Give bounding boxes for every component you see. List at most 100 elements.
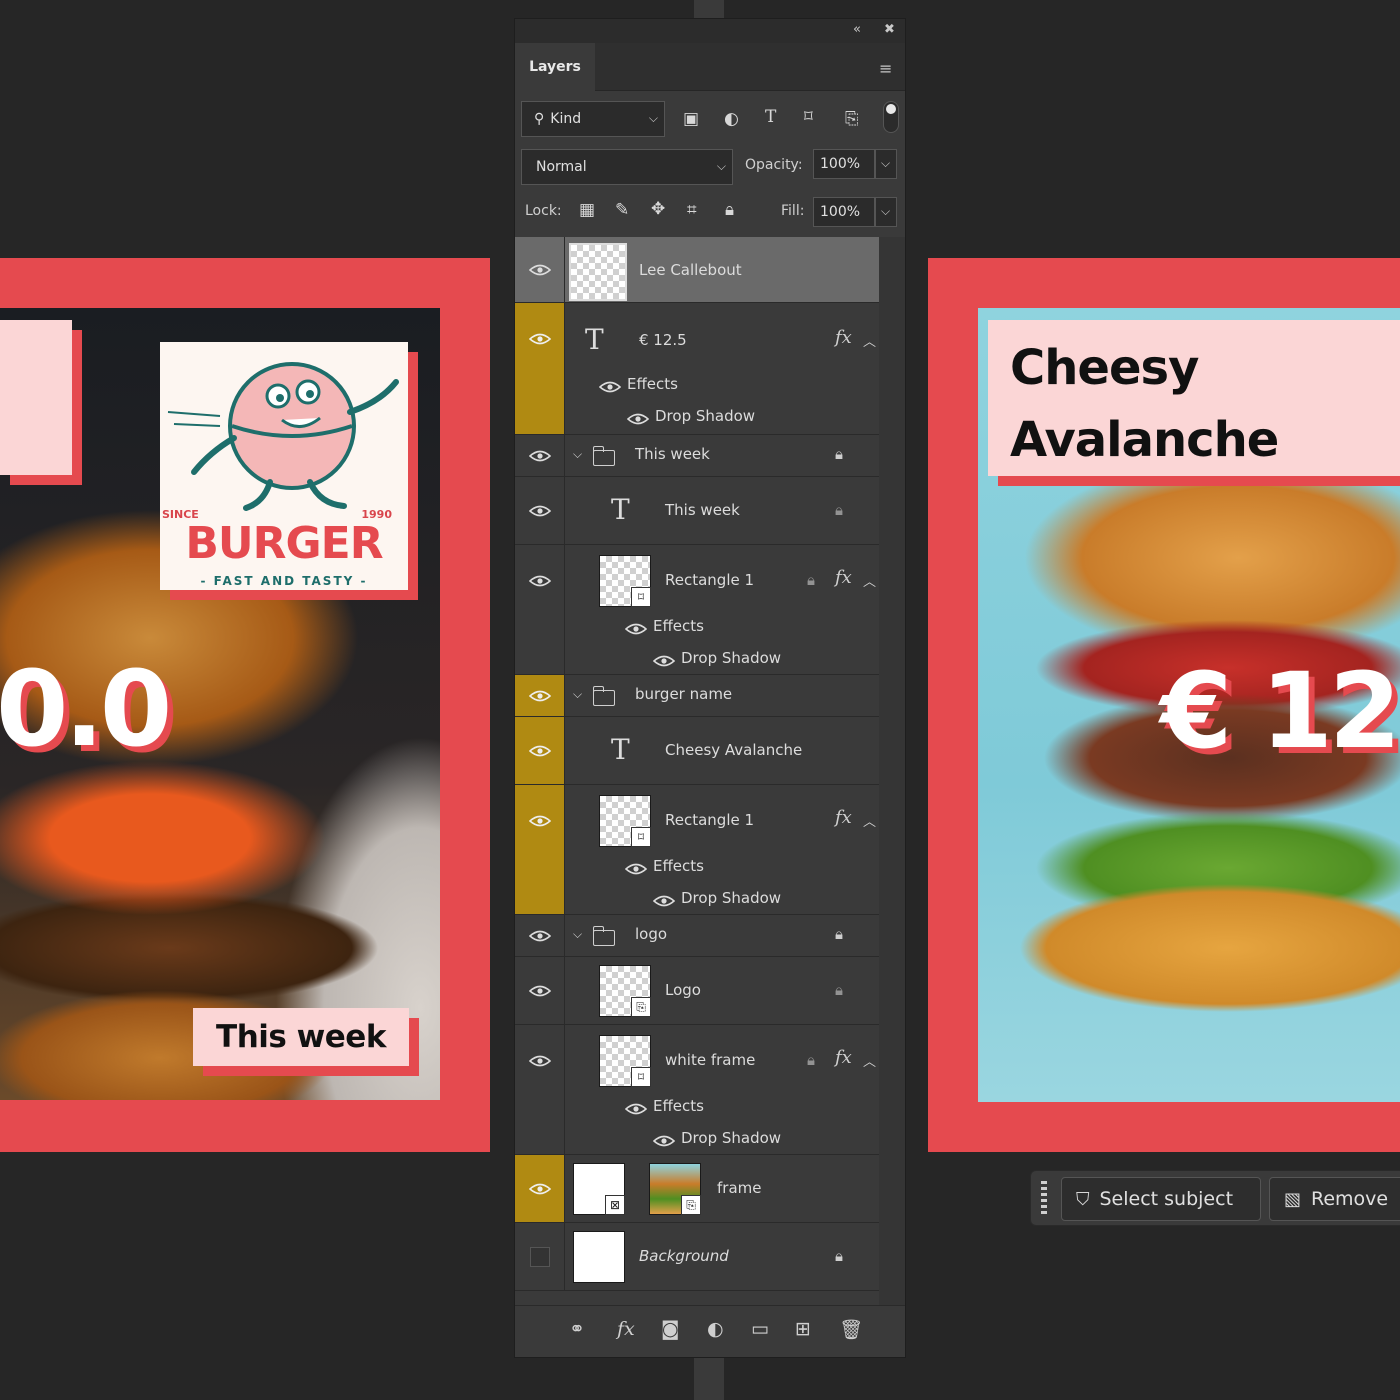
right-artboard[interactable]: Cheesy Avalanche € 12 <box>928 258 1400 1152</box>
layer-white-frame[interactable]: ⌑ white frame 🔒︎ fx ︿ Effects Drop Shado… <box>515 1025 879 1155</box>
eye-icon[interactable] <box>625 623 647 635</box>
layer-name[interactable]: Background <box>639 1247 729 1265</box>
layer-name[interactable]: Rectangle 1 <box>665 571 754 589</box>
visibility-toggle[interactable] <box>515 785 565 914</box>
left-artboard[interactable]: SINCE 1990 BURGER - FAST AND TASTY - 0.0… <box>0 258 490 1152</box>
eye-icon[interactable] <box>653 895 675 907</box>
visibility-toggle[interactable] <box>515 1223 565 1290</box>
new-adjustment-icon[interactable]: ◐ <box>707 1318 724 1340</box>
layer-lee-callebout[interactable]: Lee Callebout <box>515 237 879 303</box>
fx-icon[interactable]: fx <box>835 327 852 348</box>
drop-shadow-label[interactable]: Drop Shadow <box>681 1129 781 1147</box>
new-layer-icon[interactable]: ⊞ <box>795 1318 811 1340</box>
layer-name[interactable]: Rectangle 1 <box>665 811 754 829</box>
visibility-toggle[interactable] <box>515 477 565 544</box>
group-logo[interactable]: ⌵ logo 🔒︎ <box>515 915 879 957</box>
effects-label[interactable]: Effects <box>627 375 678 393</box>
layer-name[interactable]: burger name <box>635 685 732 703</box>
visibility-toggle[interactable] <box>515 545 565 674</box>
layer-logo[interactable]: ⎘ Logo 🔒︎ <box>515 957 879 1025</box>
drop-shadow-label[interactable]: Drop Shadow <box>681 649 781 667</box>
fx-icon[interactable]: fx <box>835 807 852 828</box>
panel-menu-icon[interactable]: ≡ <box>879 59 892 78</box>
drop-shadow-label[interactable]: Drop Shadow <box>681 889 781 907</box>
chevron-up-icon[interactable]: ︿ <box>863 1051 876 1070</box>
layer-frame[interactable]: ⊠ ⎘ frame <box>515 1155 879 1223</box>
effects-label[interactable]: Effects <box>653 857 704 875</box>
layers-scrollbar[interactable] <box>879 237 905 1305</box>
fill-input[interactable]: 100% <box>813 197 875 227</box>
lock-all-icon[interactable]: 🔒︎ <box>725 200 734 220</box>
new-group-icon[interactable]: ▭ <box>751 1318 769 1340</box>
visibility-toggle[interactable] <box>515 717 565 784</box>
visibility-toggle[interactable] <box>515 435 565 476</box>
collapse-panel-icon[interactable]: « <box>853 22 861 37</box>
dock-handle-top[interactable] <box>694 0 724 18</box>
layer-rectangle-1-a[interactable]: ⌑ Rectangle 1 🔒︎ fx ︿ Effects Drop Shado… <box>515 545 879 675</box>
visibility-toggle[interactable] <box>515 675 565 716</box>
link-layers-icon[interactable]: ⚭ <box>569 1318 585 1340</box>
tab-layers[interactable]: Layers <box>515 43 595 91</box>
chevron-up-icon[interactable]: ︿ <box>863 331 876 350</box>
fx-icon[interactable]: fx <box>835 1047 852 1068</box>
type-filter-icon[interactable]: T <box>765 107 776 127</box>
filter-kind-select[interactable]: ⚲ Kind ⌵ <box>521 101 665 137</box>
adjustment-filter-icon[interactable]: ◐ <box>724 109 739 129</box>
eye-icon[interactable] <box>653 1135 675 1147</box>
lock-paint-icon[interactable]: ✎ <box>615 200 629 220</box>
layer-name[interactable]: Cheesy Avalanche <box>665 741 802 759</box>
drag-handle-icon[interactable] <box>1041 1181 1047 1217</box>
fx-icon[interactable]: fx <box>835 567 852 588</box>
layer-name[interactable]: Lee Callebout <box>639 261 742 279</box>
blend-mode-select[interactable]: Normal ⌵ <box>521 149 733 185</box>
fx-icon[interactable]: fx <box>617 1318 635 1340</box>
layer-name[interactable]: logo <box>635 925 667 943</box>
chevron-up-icon[interactable]: ︿ <box>863 811 876 830</box>
eye-icon[interactable] <box>653 655 675 667</box>
layer-name[interactable]: white frame <box>665 1051 755 1069</box>
select-subject-button[interactable]: ⛉ Select subject <box>1061 1177 1261 1221</box>
layer-rectangle-1-b[interactable]: ⌑ Rectangle 1 fx ︿ Effects Drop Shadow <box>515 785 879 915</box>
smart-object-filter-icon[interactable]: ⎘ <box>845 109 859 129</box>
visibility-toggle[interactable] <box>515 1155 565 1222</box>
visibility-toggle[interactable] <box>515 957 565 1024</box>
delete-layer-icon[interactable]: 🗑︎ <box>839 1318 863 1341</box>
lock-position-icon[interactable]: ✥ <box>651 199 665 219</box>
effects-label[interactable]: Effects <box>653 617 704 635</box>
fill-dropdown[interactable]: ⌵ <box>875 197 897 227</box>
panel-title-bar[interactable]: « ✖ <box>515 19 905 43</box>
lock-artboard-icon[interactable]: ⌗ <box>687 200 697 220</box>
dock-handle-bottom[interactable] <box>694 1358 724 1400</box>
visibility-toggle[interactable] <box>515 915 565 956</box>
visibility-toggle[interactable] <box>515 303 565 434</box>
filter-toggle[interactable] <box>883 101 899 133</box>
layer-this-week-text[interactable]: T This week 🔒︎ <box>515 477 879 545</box>
chevron-up-icon[interactable]: ︿ <box>863 571 876 590</box>
remove-background-button[interactable]: ▧ Remove <box>1269 1177 1400 1221</box>
opacity-dropdown[interactable]: ⌵ <box>875 149 897 179</box>
group-this-week[interactable]: ⌵ This week 🔒︎ <box>515 435 879 477</box>
chevron-down-icon[interactable]: ⌵ <box>573 927 582 942</box>
eye-icon[interactable] <box>625 1103 647 1115</box>
visibility-toggle[interactable] <box>515 237 565 302</box>
eye-icon[interactable] <box>599 381 621 393</box>
shape-filter-icon[interactable]: ⌑ <box>804 107 813 127</box>
layer-name[interactable]: This week <box>665 501 740 519</box>
layer-name[interactable]: This week <box>635 445 710 463</box>
image-filter-icon[interactable]: ▣ <box>683 109 699 129</box>
layer-background[interactable]: Background 🔒︎ <box>515 1223 879 1291</box>
effects-label[interactable]: Effects <box>653 1097 704 1115</box>
add-mask-icon[interactable]: ◙ <box>661 1318 679 1340</box>
eye-icon[interactable] <box>627 413 649 425</box>
layer-price-text[interactable]: T € 12.5 fx ︿ Effects Drop Shadow <box>515 303 879 435</box>
group-burger-name[interactable]: ⌵ burger name <box>515 675 879 717</box>
chevron-down-icon[interactable]: ⌵ <box>573 687 582 702</box>
close-icon[interactable]: ✖ <box>884 22 895 37</box>
layer-cheesy-avalanche-text[interactable]: T Cheesy Avalanche <box>515 717 879 785</box>
layer-name[interactable]: Logo <box>665 981 701 999</box>
lock-transparent-icon[interactable]: ▦ <box>579 200 595 220</box>
layer-name[interactable]: frame <box>717 1179 761 1197</box>
layer-name[interactable]: € 12.5 <box>639 331 687 349</box>
visibility-toggle[interactable] <box>515 1025 565 1154</box>
opacity-input[interactable]: 100% <box>813 149 875 179</box>
